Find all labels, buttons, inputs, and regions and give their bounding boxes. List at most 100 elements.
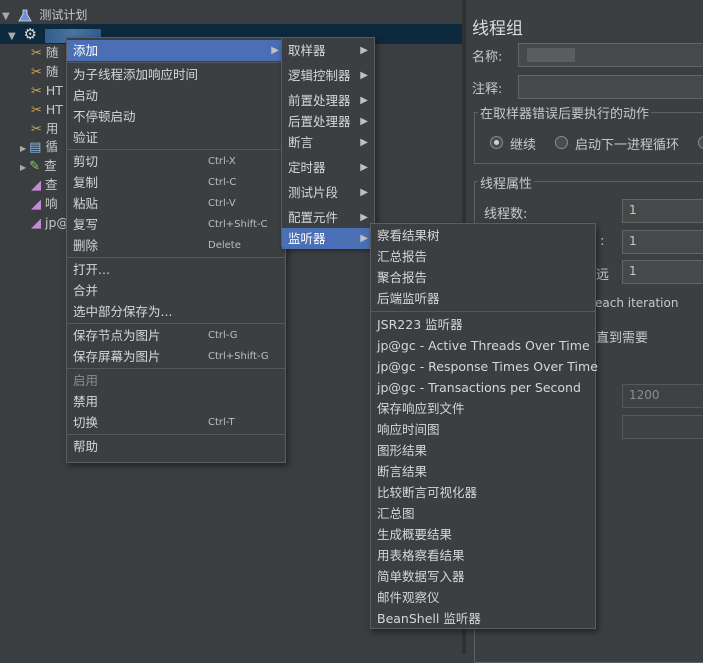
listener-item[interactable]: 断言结果	[371, 461, 595, 482]
menu-item-label: 用表格察看结果	[377, 548, 465, 563]
menu-item-label: 启用	[73, 373, 99, 388]
tree-node-row[interactable]: ◢ jp@	[20, 214, 69, 232]
context-menu-item[interactable]: 启用	[67, 370, 285, 391]
listener-item[interactable]: 察看结果树	[371, 225, 595, 246]
menu-item-label: 不停顿启动	[73, 109, 136, 124]
tree-node-row[interactable]: ✂ 随	[20, 63, 58, 81]
listener-item[interactable]: 生成概要结果	[371, 524, 595, 545]
menu-separator	[371, 311, 595, 312]
threads-input[interactable]: 1	[622, 199, 703, 223]
listener-item[interactable]: 图形结果	[371, 440, 595, 461]
listener-item[interactable]: JSR223 监听器	[371, 314, 595, 335]
menu-item-shortcut: Ctrl-C	[208, 177, 237, 188]
add-submenu-item[interactable]: 逻辑控制器 ▶	[282, 65, 374, 86]
add-submenu-item[interactable]: 前置处理器 ▶	[282, 90, 374, 111]
listener-item[interactable]: 汇总报告	[371, 246, 595, 267]
tree-node-row[interactable]: ✂ 用	[20, 120, 58, 138]
context-menu-item[interactable]: 复制 Ctrl-C	[67, 172, 285, 193]
context-menu-item[interactable]: 剪切 Ctrl-X	[67, 151, 285, 172]
listener-item[interactable]: 简单数据写入器	[371, 566, 595, 587]
menu-item-label: 聚合报告	[377, 270, 428, 285]
tree-node-row[interactable]: ✂ HT	[20, 82, 63, 100]
listener-item[interactable]: 保存响应到文件	[371, 398, 595, 419]
listener-item[interactable]: jp@gc - Transactions per Second	[371, 377, 595, 398]
tree-node-row[interactable]: ▶ ✎ 查	[20, 157, 57, 175]
tree-root-row[interactable]: ▼ 测试计划	[2, 6, 87, 24]
menu-item-label: 帮助	[73, 439, 99, 454]
context-menu-item[interactable]: 禁用	[67, 391, 285, 412]
context-menu-item[interactable]: 帮助	[67, 436, 285, 457]
add-submenu-item[interactable]: 定时器 ▶	[282, 157, 374, 178]
menu-item-label: 测试片段	[288, 185, 339, 200]
collapse-icon[interactable]: ▼	[2, 11, 10, 22]
menu-item-label: 保存节点为图片	[73, 328, 161, 343]
menu-item-shortcut: Ctrl-T	[208, 417, 235, 428]
expand-icon[interactable]: ▶	[20, 144, 26, 153]
radio-next-loop[interactable]	[555, 136, 568, 149]
context-menu-item[interactable]: 复写 Ctrl+Shift-C	[67, 214, 285, 235]
listener-item[interactable]: 比较断言可视化器	[371, 482, 595, 503]
menu-item-label: 粘贴	[73, 196, 99, 211]
listener-item[interactable]: 用表格察看结果	[371, 545, 595, 566]
name-input[interactable]	[518, 43, 703, 67]
menu-item-label: jp@gc - Response Times Over Time	[377, 359, 598, 374]
menu-item-shortcut: Ctrl+Shift-G	[208, 351, 269, 362]
pencil-icon: ✎	[29, 159, 41, 174]
listener-item[interactable]: jp@gc - Response Times Over Time	[371, 356, 598, 377]
menu-item-label: 保存响应到文件	[377, 401, 465, 416]
listener-item[interactable]: 邮件观察仪	[371, 587, 595, 608]
tree-node-row[interactable]: ✂ HT	[20, 101, 63, 119]
add-submenu-item[interactable]: 取样器 ▶	[282, 40, 374, 61]
context-menu-item[interactable]: 选中部分保存为...	[67, 301, 285, 322]
menu-item-label: 前置处理器	[288, 93, 351, 108]
context-menu-item[interactable]: 合并	[67, 280, 285, 301]
menu-item-label: 剪切	[73, 154, 99, 169]
menu-item-label: 比较断言可视化器	[377, 485, 478, 500]
tree-node-label: 查	[44, 158, 57, 173]
add-submenu: 取样器 ▶ 逻辑控制器 ▶ 前置处理器 ▶ 后置处理器 ▶ 断言 ▶ 定时器 ▶ 测试片段 ▶ 配置元件 ▶ 监…	[281, 37, 375, 249]
context-menu-item[interactable]: 启动	[67, 85, 285, 106]
collapse-icon[interactable]: ▼	[8, 31, 16, 42]
context-menu-item[interactable]: 为子线程添加响应时间	[67, 64, 285, 85]
add-submenu-item[interactable]: 配置元件 ▶	[282, 207, 374, 228]
add-submenu-item[interactable]: 测试片段 ▶	[282, 182, 374, 203]
listener-item[interactable]: 汇总图	[371, 503, 595, 524]
context-menu-item[interactable]: 粘贴 Ctrl-V	[67, 193, 285, 214]
context-menu-item[interactable]: 保存屏幕为图片 Ctrl+Shift-G	[67, 346, 285, 367]
context-menu-item[interactable]: 不停顿启动	[67, 106, 285, 127]
menu-item-label: 图形结果	[377, 443, 428, 458]
listener-item[interactable]: BeanShell 监听器	[371, 608, 595, 629]
menu-item-label: 复制	[73, 175, 99, 190]
context-menu-item[interactable]: 打开...	[67, 259, 285, 280]
listener-item[interactable]: 聚合报告	[371, 267, 595, 288]
listener-item[interactable]: jp@gc - Active Threads Over Time	[371, 335, 595, 356]
submenu-arrow-icon: ▶	[271, 45, 279, 56]
comment-input[interactable]	[518, 75, 703, 99]
listener-item[interactable]: 响应时间图	[371, 419, 595, 440]
expand-icon[interactable]: ▶	[20, 163, 26, 172]
menu-separator	[67, 257, 285, 258]
context-menu-item[interactable]: 保存节点为图片 Ctrl-G	[67, 325, 285, 346]
context-menu: 添加 ▶ 为子线程添加响应时间 启动不停顿启动验证剪切 Ctrl-X 复制 Ctrl-C 粘贴…	[66, 37, 286, 463]
tree-node-row[interactable]: ▶ ▤ 循	[20, 138, 58, 156]
loop-input[interactable]: 1	[622, 260, 703, 284]
rampup-label: :	[600, 234, 605, 249]
listener-item[interactable]: 后端监听器	[371, 288, 595, 309]
duration-input[interactable]: 1200	[622, 384, 703, 408]
context-menu-item[interactable]: 添加 ▶	[67, 40, 285, 61]
menu-item-shortcut: Ctrl-G	[208, 330, 238, 341]
add-submenu-item[interactable]: 后置处理器 ▶	[282, 111, 374, 132]
tree-node-row[interactable]: ✂ 随	[20, 44, 58, 62]
menu-item-label: BeanShell 监听器	[377, 611, 481, 626]
tree-node-row[interactable]: ◢ 查	[20, 176, 58, 194]
context-menu-item[interactable]: 验证	[67, 127, 285, 148]
tree-node-row[interactable]: ◢ 响	[20, 195, 58, 213]
context-menu-item[interactable]: 删除 Delete	[67, 235, 285, 256]
rampup-input[interactable]: 1	[622, 230, 703, 254]
radio-continue[interactable]	[490, 136, 503, 149]
context-menu-item[interactable]: 切换 Ctrl-T	[67, 412, 285, 433]
name-label: 名称:	[472, 50, 503, 65]
add-submenu-item[interactable]: 监听器 ▶	[282, 228, 374, 249]
startup-delay-input[interactable]	[622, 415, 703, 439]
add-submenu-item[interactable]: 断言 ▶	[282, 132, 374, 153]
